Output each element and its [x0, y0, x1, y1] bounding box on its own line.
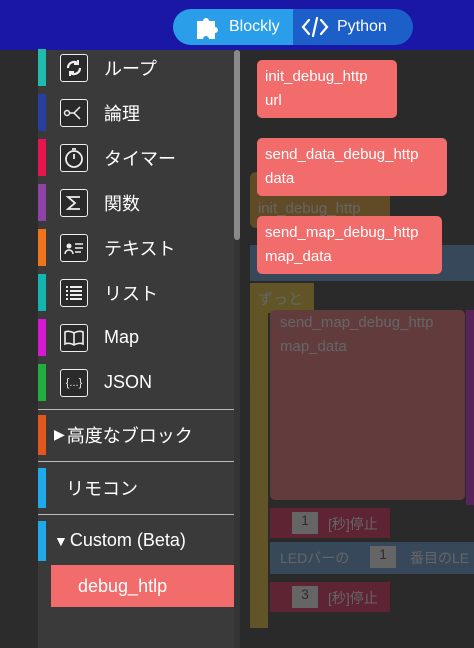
code-brackets-icon	[301, 15, 329, 39]
init-debug-http-block[interactable]: init_debug_http url	[257, 60, 397, 118]
category-color-bar	[38, 520, 46, 561]
category-label: テキスト	[104, 238, 176, 259]
category-label: JSON	[104, 372, 153, 392]
collapse-triangle-icon: ▼	[54, 532, 68, 549]
list-icon	[60, 278, 88, 307]
category-color-bar	[38, 467, 46, 508]
map-book-icon	[60, 323, 88, 352]
top-bar: Blockly Python	[0, 0, 474, 50]
ghost-purple-strip	[466, 310, 474, 505]
ghost-forever-label: ずっと	[258, 291, 304, 308]
toolbox: ループ 論理 タイマー 関数 テキスト リスト Map {...} JSON ▶…	[38, 49, 234, 648]
separator	[38, 409, 234, 410]
category-label: Map	[104, 327, 140, 347]
category-label: タイマー	[104, 148, 176, 169]
category-color-bar	[38, 139, 46, 176]
python-mode-label: Python	[337, 18, 387, 35]
timer-icon	[60, 143, 88, 172]
category-color-bar	[38, 94, 46, 131]
category-json[interactable]: {...} JSON	[38, 360, 234, 405]
python-mode-button[interactable]: Python	[293, 9, 413, 45]
ghost-ledbar-num: 1	[370, 546, 396, 568]
ghost-init-label: init_debug_http	[258, 200, 361, 217]
category-text[interactable]: テキスト	[38, 225, 234, 270]
block-flyout: init_debug_http ずっと send_map_debug_http …	[240, 50, 474, 648]
blockly-mode-button[interactable]: Blockly	[173, 9, 293, 45]
category-custom[interactable]: ▼ Custom (Beta)	[38, 518, 234, 563]
block-param: url	[265, 92, 282, 109]
ghost-wait1-label: [秒]停止	[328, 516, 378, 532]
json-icon: {...}	[60, 368, 88, 397]
category-color-bar	[38, 364, 46, 401]
loop-icon	[60, 53, 88, 82]
puzzle-piece-icon	[193, 15, 221, 39]
category-label: ループ	[104, 58, 157, 79]
category-color-bar	[38, 184, 46, 221]
category-color-bar	[38, 274, 46, 311]
category-loop[interactable]: ループ	[38, 45, 234, 90]
ghost-ledbar-rest: 番目のLE	[410, 550, 470, 566]
ghost-wait1-num: 1	[292, 512, 318, 534]
text-icon	[60, 233, 88, 262]
send-map-debug-http-block[interactable]: send_map_debug_http map_data	[257, 216, 442, 274]
ghost-map-data-label: map_data	[280, 338, 347, 355]
category-color-bar	[38, 49, 46, 86]
category-functions[interactable]: 関数	[38, 180, 234, 225]
custom-category-item-selected[interactable]: debug_htlp	[51, 565, 234, 607]
block-param: map_data	[265, 248, 332, 265]
category-timer[interactable]: タイマー	[38, 135, 234, 180]
sigma-icon	[60, 188, 88, 217]
category-map[interactable]: Map	[38, 315, 234, 360]
send-data-debug-http-block[interactable]: send_data_debug_http data	[257, 138, 447, 196]
category-label: 論理	[104, 103, 140, 124]
category-color-bar	[38, 414, 46, 455]
block-name: send_data_debug_http	[265, 146, 419, 163]
blockly-mode-label: Blockly	[229, 18, 280, 35]
ghost-ledbar-label: LEDバーの	[280, 550, 350, 566]
separator	[38, 461, 234, 462]
category-color-bar	[38, 229, 46, 266]
block-name: init_debug_http	[265, 68, 368, 85]
category-label: リスト	[104, 283, 158, 304]
category-label: Custom (Beta)	[69, 530, 186, 550]
ghost-send-map-label: send_map_debug_http	[280, 314, 434, 331]
ghost-wait2-num: 3	[292, 586, 318, 608]
category-logic[interactable]: 論理	[38, 90, 234, 135]
category-label: 関数	[104, 193, 140, 214]
category-remote[interactable]: リモコン	[38, 465, 234, 510]
separator	[38, 514, 234, 515]
ghost-loop-body	[250, 308, 268, 628]
category-color-bar	[38, 319, 46, 356]
category-label: リモコン	[66, 478, 138, 499]
category-label: 高度なブロック	[66, 425, 193, 446]
left-margin	[0, 50, 38, 648]
block-param: data	[265, 170, 295, 187]
expand-triangle-icon: ▶	[54, 426, 65, 442]
ghost-wait2-label: [秒]停止	[328, 590, 378, 606]
block-name: send_map_debug_http	[265, 224, 419, 241]
category-list[interactable]: リスト	[38, 270, 234, 315]
logic-icon	[60, 98, 88, 127]
category-advanced[interactable]: ▶ 高度なブロック	[38, 412, 234, 457]
editor-mode-toggle[interactable]: Blockly Python	[173, 9, 413, 45]
